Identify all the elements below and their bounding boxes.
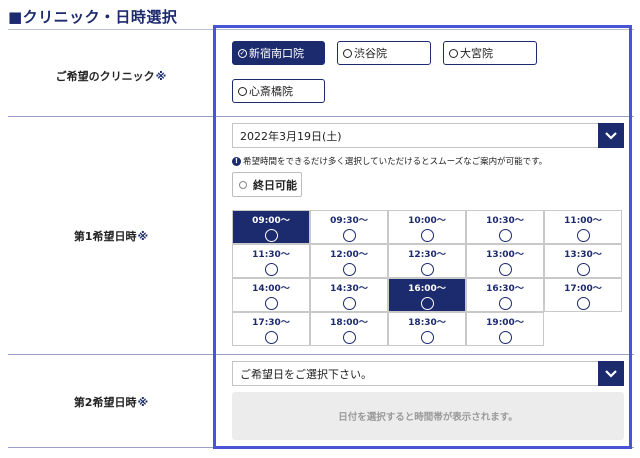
required-mark: ※ [155,69,167,83]
focus-highlight-frame [213,25,632,449]
clinic-label-cell: ご希望のクリニック ※ [8,38,214,114]
first-choice-label-cell: 第1希望日時 ※ [8,118,214,354]
second-choice-label: 第2希望日時 [73,396,137,409]
section-title: ■クリニック・日時選択 [8,8,178,26]
second-choice-label-cell: 第2希望日時 ※ [8,356,214,448]
required-mark: ※ [137,229,149,243]
clinic-label: ご希望のクリニック [55,70,155,83]
first-choice-label: 第1希望日時 [73,230,137,243]
required-mark: ※ [137,395,149,409]
